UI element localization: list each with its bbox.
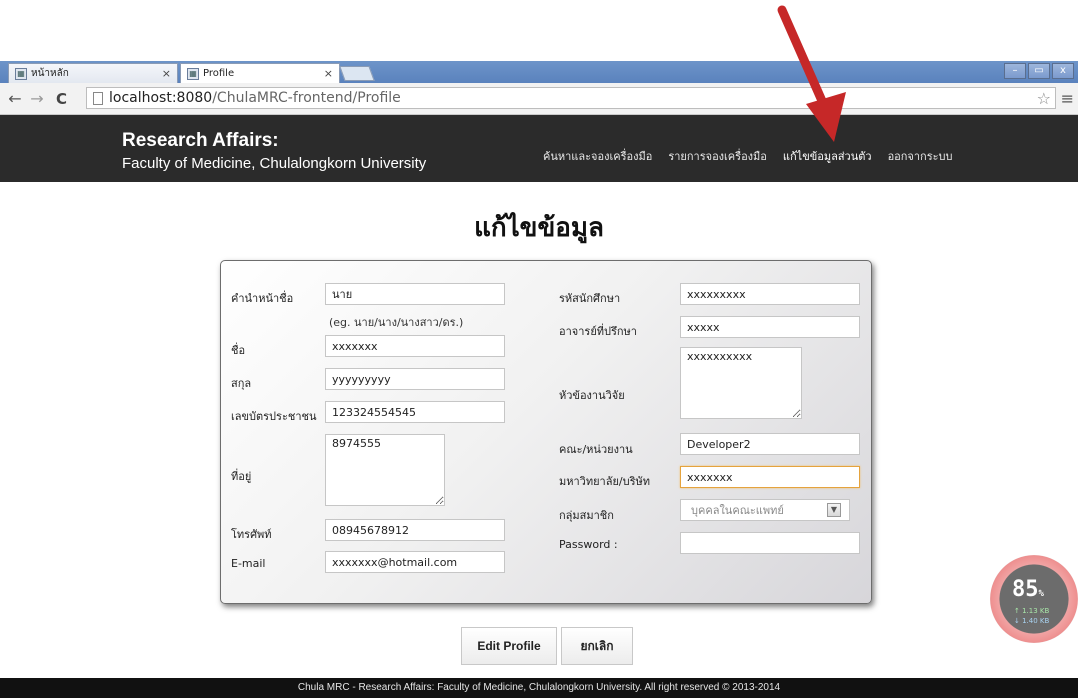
phone-label: โทรศัพท์	[231, 528, 272, 541]
reload-icon[interactable]: C	[56, 90, 67, 108]
window-controls: – ▭ x	[1004, 63, 1074, 79]
member-group-value: บุคคลในคณะแพทย์	[691, 504, 784, 517]
browser-tab-bar: ▦ หน้าหลัก × ▦ Profile × – ▭ x	[0, 61, 1078, 83]
faculty-field[interactable]	[680, 433, 860, 455]
national-id-label: เลขบัตรประชาชน	[231, 410, 317, 423]
tab-close-icon[interactable]: ×	[324, 67, 333, 80]
password-label: Password :	[559, 538, 618, 551]
page-favicon-icon: ▦	[15, 67, 27, 80]
national-id-field[interactable]	[325, 401, 505, 423]
faculty-label: คณะ/หน่วยงาน	[559, 443, 633, 456]
forward-arrow-icon[interactable]: →	[30, 89, 44, 108]
bandwidth-meter[interactable]: 85% ↑ 1.13 KB ↓ 1.40 KB	[990, 555, 1078, 643]
password-field[interactable]	[680, 532, 860, 554]
prefix-hint: (eg. นาย/นาง/นางสาว/ดร.)	[329, 316, 464, 329]
bandwidth-percent: 85%	[1012, 577, 1044, 602]
name-label: ชื่อ	[231, 344, 246, 357]
profile-form: คำนำหน้าชื่อ (eg. นาย/นาง/นางสาว/ดร.) ชื…	[220, 260, 872, 604]
phone-field[interactable]	[325, 519, 505, 541]
prefix-field[interactable]	[325, 283, 505, 305]
close-window-button[interactable]: x	[1052, 63, 1074, 79]
menu-icon[interactable]: ≡	[1061, 89, 1074, 108]
member-group-select[interactable]: บุคคลในคณะแพทย์ ▼	[680, 499, 850, 521]
bandwidth-percent-value: 85	[1012, 577, 1039, 602]
name-field[interactable]	[325, 335, 505, 357]
upload-rate: ↑ 1.13 KB	[1014, 607, 1050, 615]
main-nav: ค้นหาและจองเครื่องมือ รายการจองเครื่องมื…	[543, 147, 969, 165]
nav-booking-list[interactable]: รายการจองเครื่องมือ	[668, 147, 767, 165]
research-topic-field[interactable]: xxxxxxxxxx	[680, 347, 802, 419]
nav-edit-profile[interactable]: แก้ไขข้อมูลส่วนตัว	[783, 147, 872, 165]
cancel-button[interactable]: ยกเลิก	[561, 627, 633, 665]
nav-logout[interactable]: ออกจากระบบ	[888, 147, 953, 165]
url-host: localhost:8080	[109, 90, 213, 106]
page-footer: Chula MRC - Research Affairs: Faculty of…	[0, 678, 1078, 698]
edit-profile-button[interactable]: Edit Profile	[461, 627, 557, 665]
browser-toolbar: ← → C localhost:8080/ChulaMRC-frontend/P…	[0, 83, 1078, 115]
university-field[interactable]	[680, 466, 860, 488]
back-arrow-icon[interactable]: ←	[8, 89, 22, 108]
advisor-label: อาจารย์ที่ปรึกษา	[559, 325, 637, 338]
university-label: มหาวิทยาลัย/บริษัท	[559, 475, 651, 488]
download-rate: ↓ 1.40 KB	[1014, 617, 1050, 625]
maximize-button[interactable]: ▭	[1028, 63, 1050, 79]
tab-close-icon[interactable]: ×	[162, 67, 171, 80]
advisor-field[interactable]	[680, 316, 860, 338]
bookmark-star-icon[interactable]: ☆	[1037, 89, 1051, 108]
prefix-label: คำนำหน้าชื่อ	[231, 292, 294, 305]
surname-field[interactable]	[325, 368, 505, 390]
student-id-field[interactable]	[680, 283, 860, 305]
student-id-label: รหัสนักศึกษา	[559, 292, 621, 305]
site-header: Research Affairs: Faculty of Medicine, C…	[0, 115, 1078, 182]
nav-search-booking[interactable]: ค้นหาและจองเครื่องมือ	[543, 147, 652, 165]
research-topic-label: หัวข้องานวิจัย	[559, 389, 625, 402]
tab-label: Profile	[203, 68, 235, 79]
email-label: E-mail	[231, 557, 266, 570]
address-bar[interactable]: localhost:8080/ChulaMRC-frontend/Profile…	[86, 87, 1056, 109]
brand-subtitle: Faculty of Medicine, Chulalongkorn Unive…	[122, 155, 427, 172]
chevron-down-icon[interactable]: ▼	[827, 503, 841, 517]
url-path: /ChulaMRC-frontend/Profile	[212, 90, 401, 106]
tab-label: หน้าหลัก	[31, 68, 69, 79]
address-field[interactable]: 8974555	[325, 434, 445, 506]
minimize-button[interactable]: –	[1004, 63, 1026, 79]
bandwidth-percent-sign: %	[1038, 589, 1044, 599]
page-icon	[93, 91, 103, 105]
email-field[interactable]	[325, 551, 505, 573]
address-label: ที่อยู่	[231, 470, 252, 483]
page-favicon-icon: ▦	[187, 67, 199, 80]
page-title: แก้ไขข้อมูล	[474, 213, 604, 243]
new-tab-button[interactable]	[339, 66, 375, 81]
browser-tab-home[interactable]: ▦ หน้าหลัก ×	[8, 63, 178, 83]
browser-tab-profile[interactable]: ▦ Profile ×	[180, 63, 340, 83]
surname-label: สกุล	[231, 377, 252, 390]
member-group-label: กลุ่มสมาชิก	[559, 509, 614, 522]
brand-title: Research Affairs:	[122, 130, 279, 151]
